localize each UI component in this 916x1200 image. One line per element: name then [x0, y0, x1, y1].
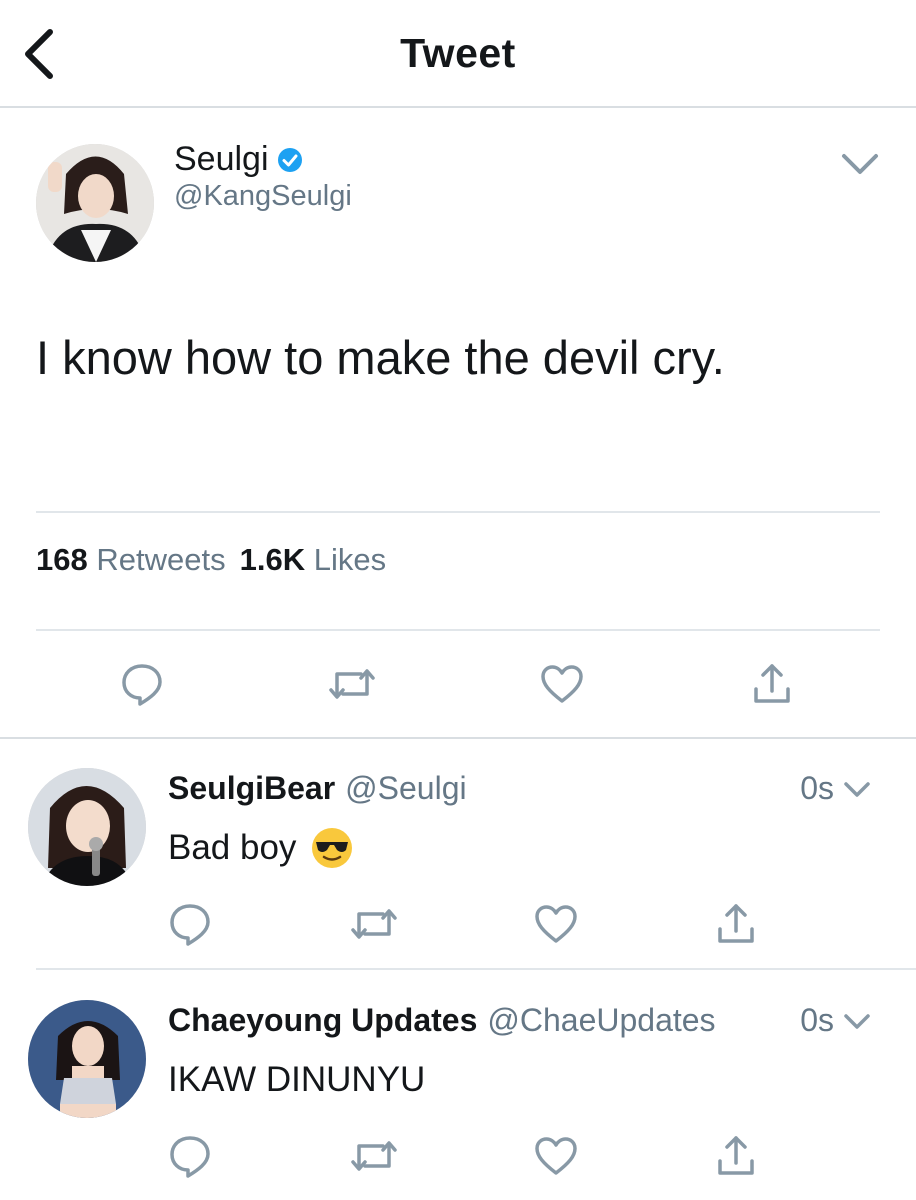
author-name-row[interactable]: Seulgi: [174, 140, 303, 179]
reply-time-row: 0s: [800, 1002, 872, 1039]
divider: [0, 737, 916, 739]
reply-header: SeulgiBear @Seulgi: [168, 770, 467, 807]
share-button[interactable]: [706, 894, 766, 954]
retweet-icon: [329, 669, 375, 699]
share-icon: [754, 664, 790, 703]
share-button[interactable]: [706, 1126, 766, 1186]
retweets-label: Retweets: [96, 542, 226, 577]
chevron-down-icon: [842, 154, 878, 174]
reply-author-handle[interactable]: @Seulgi: [345, 770, 466, 807]
reply-avatar[interactable]: [28, 768, 146, 886]
likes-stat[interactable]: 1.6K Likes: [240, 542, 386, 578]
divider: [36, 968, 916, 970]
reply-timestamp: 0s: [800, 770, 834, 806]
reply-icon: [170, 1136, 210, 1178]
retweet-icon: [351, 909, 397, 939]
like-button[interactable]: [532, 654, 592, 714]
retweet-button[interactable]: [344, 894, 404, 954]
reply-icon: [170, 904, 210, 946]
reply-icon: [122, 664, 162, 706]
reply-text-row: Bad boy: [168, 826, 354, 870]
divider: [36, 629, 880, 631]
reply-button[interactable]: [160, 1126, 220, 1186]
like-button[interactable]: [526, 1126, 586, 1186]
retweet-button[interactable]: [322, 654, 382, 714]
reply-timestamp: 0s: [800, 1002, 834, 1038]
tweet-text: I know how to make the devil cry.: [36, 331, 725, 384]
sunglasses-emoji-icon: [312, 828, 353, 868]
retweet-icon: [351, 1141, 397, 1171]
reply-button[interactable]: [160, 894, 220, 954]
reply-header: Chaeyoung Updates @ChaeUpdates: [168, 1002, 716, 1039]
author-handle[interactable]: @KangSeulgi: [174, 180, 352, 213]
reply-time-row: 0s: [800, 770, 872, 807]
reply-author-name[interactable]: SeulgiBear: [168, 770, 335, 807]
heart-icon: [535, 905, 577, 943]
share-button[interactable]: [742, 654, 802, 714]
likes-label: Likes: [313, 542, 387, 577]
page-title: Tweet: [400, 30, 516, 76]
tweet-actions: [0, 654, 916, 714]
top-bar: Tweet: [0, 0, 916, 108]
likes-count: 1.6K: [239, 542, 306, 577]
author-name[interactable]: Seulgi: [174, 140, 269, 179]
like-button[interactable]: [526, 894, 586, 954]
reply-button[interactable]: [112, 654, 172, 714]
chevron-down-icon[interactable]: [842, 776, 872, 802]
reply-actions: [0, 1126, 916, 1186]
reply-author-handle[interactable]: @ChaeUpdates: [487, 1002, 715, 1039]
heart-icon: [535, 1137, 577, 1175]
retweets-count: 168: [36, 542, 88, 577]
reply-author-name[interactable]: Chaeyoung Updates: [168, 1002, 477, 1039]
retweets-stat[interactable]: 168 Retweets: [36, 542, 226, 578]
reply-actions: [0, 894, 916, 954]
reply-text-row: IKAW DINUNYU: [168, 1060, 425, 1100]
reply-avatar[interactable]: [28, 1000, 146, 1118]
heart-icon: [541, 665, 583, 703]
reply-text: IKAW DINUNYU: [168, 1060, 426, 1099]
tweet-stats: 168 Retweets 1.6K Likes: [36, 542, 386, 578]
share-icon: [718, 1136, 754, 1175]
share-icon: [718, 904, 754, 943]
retweet-button[interactable]: [344, 1126, 404, 1186]
divider: [36, 511, 880, 513]
avatar[interactable]: [36, 144, 154, 262]
tweet-options-button[interactable]: [838, 146, 882, 182]
reply-text: Bad boy: [168, 828, 297, 867]
chevron-down-icon[interactable]: [842, 1008, 872, 1034]
verified-badge-icon: [277, 147, 302, 172]
